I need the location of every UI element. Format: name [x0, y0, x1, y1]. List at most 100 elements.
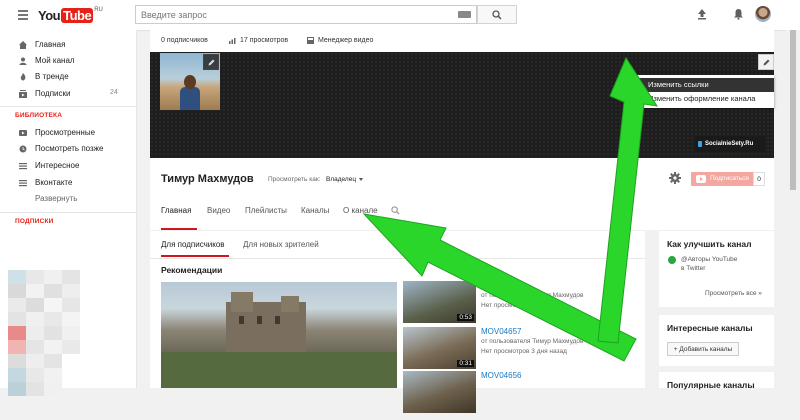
sidebar-item-home[interactable]: Главная: [0, 37, 136, 53]
featured-video-thumbnail[interactable]: [161, 282, 397, 388]
list-item[interactable]: MOV04656: [403, 371, 643, 417]
tab-home[interactable]: Главная: [161, 206, 191, 215]
video-title[interactable]: MOV04657: [481, 327, 521, 336]
improve-tip[interactable]: @Авторы YouTube в Twitter: [681, 255, 741, 273]
search-icon: [492, 10, 502, 20]
sidebar-item-playlist-interesting[interactable]: Интересное: [0, 158, 136, 174]
hamburger-menu-icon[interactable]: [18, 10, 28, 20]
sidebar-item-label: Посмотреть позже: [35, 144, 104, 153]
video-thumbnail[interactable]: 0:31: [403, 327, 476, 369]
clock-icon: [19, 145, 27, 153]
video-thumbnail[interactable]: 0:53: [403, 281, 476, 323]
improve-channel-title: Как улучшить канал: [667, 239, 752, 249]
popular-channels-title: Популярные каналы: [667, 380, 755, 390]
logo-region: RU: [94, 7, 103, 13]
search-button[interactable]: [477, 5, 517, 24]
interesting-channels-title: Интересные каналы: [667, 323, 753, 333]
upload-icon[interactable]: [696, 8, 708, 20]
channel-search-icon[interactable]: [391, 206, 400, 215]
content-divider: [150, 258, 645, 259]
sidebar-item-watch-later[interactable]: Посмотреть позже: [0, 141, 136, 157]
logo-tube: Tube: [61, 7, 94, 23]
add-channels-button[interactable]: + Добавить каналы: [667, 342, 739, 356]
sidebar-item-label: Главная: [35, 40, 66, 49]
sidebar-item-label: Мой канал: [35, 56, 75, 65]
recommendations-title: Рекомендации: [161, 265, 223, 275]
edit-avatar-button[interactable]: [203, 54, 219, 70]
avatar-figure-body: [180, 87, 200, 110]
check-icon: [668, 256, 676, 264]
guide-sidebar: Главная Мой канал В тренде Подписки 24 Б…: [0, 30, 137, 396]
watermark-text: SocialnieSety.Ru: [705, 141, 754, 147]
sidebar-item-history[interactable]: Просмотренные: [0, 125, 136, 141]
improve-channel-card: Как улучшить канал @Авторы YouTube в Twi…: [659, 231, 774, 307]
video-author: от пользователя Тимур Махмудов: [481, 338, 584, 345]
channel-stats-bar: 0 подписчиков 17 просмотров Менеджер вид…: [150, 30, 774, 53]
home-icon: [19, 41, 27, 49]
subtab-new-viewers[interactable]: Для новых зрителей: [243, 240, 319, 249]
popular-channels-card: Популярные каналы: [659, 372, 774, 390]
subscriptions-heading: ПОДПИСКИ: [15, 218, 54, 225]
list-icon: [19, 180, 27, 187]
list-item[interactable]: 0:53 MOV0... от пользователя Тимур Махму…: [403, 281, 643, 327]
account-avatar[interactable]: [755, 6, 771, 22]
blurred-subscriptions: [0, 270, 110, 420]
subtab-subscribers[interactable]: Для подписчиков: [161, 240, 225, 249]
banner-edit-menu: Изменить ссылки Изменить оформление кана…: [634, 75, 774, 108]
video-author: от пользователя Тимур Махмудов: [481, 292, 584, 299]
edit-banner-button[interactable]: [758, 54, 774, 70]
sidebar-item-playlist-vk[interactable]: Вконтакте: [0, 175, 136, 191]
sidebar-item-label: Вконтакте: [35, 178, 73, 187]
watermark-logo-icon: [698, 141, 702, 147]
video-manager-link[interactable]: Менеджер видео: [318, 37, 373, 44]
list-icon: [19, 163, 27, 170]
views-icon: [229, 38, 236, 44]
library-heading: БИБЛИОТЕКА: [15, 112, 63, 119]
tab-about[interactable]: О канале: [343, 206, 378, 215]
list-item[interactable]: 0:31 MOV04657 от пользователя Тимур Махм…: [403, 327, 643, 373]
see-all-link[interactable]: Просмотреть все »: [705, 290, 762, 297]
history-icon: [19, 130, 27, 136]
active-subtab-indicator: [161, 255, 229, 257]
sidebar-item-label: Интересное: [35, 161, 80, 170]
video-thumbnail[interactable]: [403, 371, 476, 413]
sidebar-item-my-channel[interactable]: Мой канал: [0, 53, 136, 69]
video-title[interactable]: MOV0...: [481, 281, 510, 290]
search-input[interactable]: [136, 6, 443, 24]
scrollbar-thumb[interactable]: [790, 30, 796, 190]
sidebar-divider: [0, 106, 136, 107]
sidebar-expand[interactable]: Развернуть: [0, 191, 136, 207]
tab-channels[interactable]: Каналы: [301, 206, 329, 215]
menu-item-edit-links[interactable]: Изменить ссылки: [634, 78, 774, 92]
bell-icon[interactable]: [733, 8, 744, 20]
sidebar-item-label: Просмотренные: [35, 128, 96, 137]
pencil-icon: [763, 59, 769, 65]
subscriber-count-box: 0: [753, 172, 765, 186]
video-manager-icon: [307, 37, 314, 44]
video-duration: 0:53: [457, 314, 474, 321]
subscriptions-count: 24: [110, 89, 118, 96]
views-count: 17 просмотров: [240, 37, 289, 44]
pencil-icon: [208, 59, 214, 65]
youtube-play-icon: [696, 175, 706, 183]
logo-you: You: [38, 7, 61, 23]
tab-playlists[interactable]: Плейлисты: [245, 206, 287, 215]
sidebar-item-trending[interactable]: В тренде: [0, 69, 136, 85]
menu-item-edit-channel-art[interactable]: Изменить оформление канала: [634, 92, 774, 106]
sidebar-item-label: В тренде: [35, 72, 69, 81]
search-box: [135, 5, 477, 24]
subscribers-count: 0 подписчиков: [161, 37, 208, 44]
keyboard-icon[interactable]: [458, 11, 471, 18]
sidebar-item-subscriptions[interactable]: Подписки 24: [0, 86, 136, 102]
tab-videos[interactable]: Видео: [207, 206, 230, 215]
active-tab-indicator: [161, 228, 197, 230]
video-title[interactable]: MOV04656: [481, 371, 521, 380]
video-meta: Нет просмотров 3 дня назад: [481, 348, 567, 355]
youtube-logo[interactable]: You Tube RU: [38, 7, 103, 23]
video-meta: Нет просмотров 3 дня назад: [481, 302, 567, 309]
main-content: Для подписчиков Для новых зрителей Реком…: [150, 231, 645, 413]
page-scrollbar[interactable]: [786, 30, 800, 388]
view-as-select[interactable]: Владелец: [326, 176, 363, 183]
gear-icon[interactable]: [669, 172, 681, 184]
channel-name: Тимур Махмудов: [161, 173, 254, 185]
